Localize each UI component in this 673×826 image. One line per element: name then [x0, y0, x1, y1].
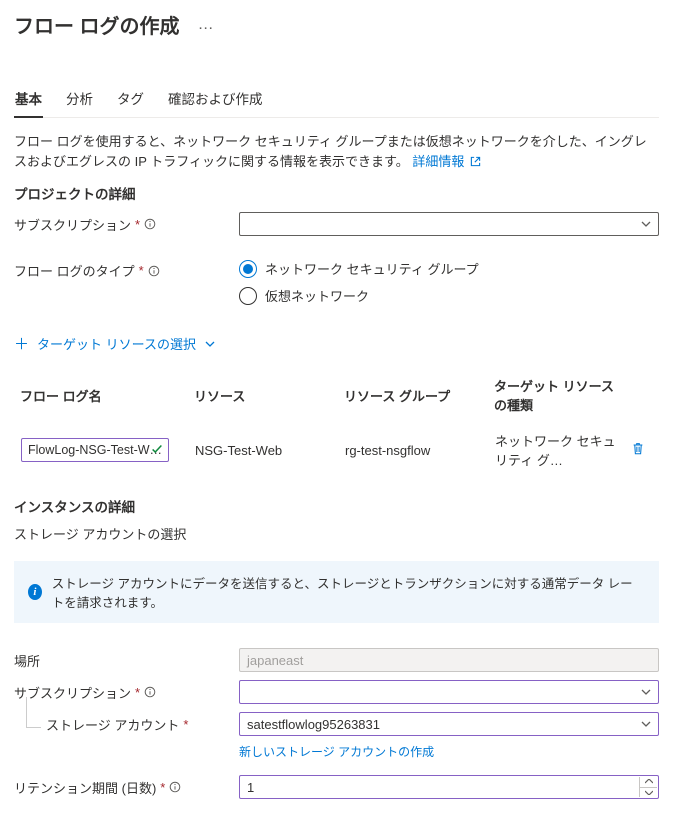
cell-resource: NSG-Test-Web — [195, 443, 345, 458]
chevron-down-icon — [645, 790, 653, 795]
chevron-up-icon — [645, 779, 653, 784]
subscription2-dropdown[interactable] — [239, 680, 659, 704]
flowlog-type-label: フロー ログのタイプ * — [14, 259, 239, 280]
info-banner-text: ストレージ アカウントにデータを送信すると、ストレージとトランザクションに対する… — [52, 573, 645, 611]
retention-input[interactable]: 1 — [239, 775, 659, 799]
radio-vnet[interactable]: 仮想ネットワーク — [239, 286, 659, 305]
location-field: japaneast — [239, 648, 659, 672]
info-icon: i — [28, 584, 42, 600]
location-label: 場所 — [14, 651, 239, 670]
subscription2-row: サブスクリプション * — [14, 679, 659, 705]
storage-row: ストレージ アカウント * satestflowlog95263831 — [14, 711, 659, 737]
chevron-down-icon — [640, 218, 652, 230]
tabs-bar: 基本 分析 タグ 確認および作成 — [14, 79, 659, 118]
project-details-title: プロジェクトの詳細 — [14, 183, 659, 203]
storage-label-text: ストレージ アカウント — [46, 715, 179, 734]
required-asterisk: * — [160, 780, 165, 795]
retention-value: 1 — [247, 780, 254, 795]
radio-nsg[interactable]: ネットワーク セキュリティ グループ — [239, 259, 659, 278]
location-value: japaneast — [247, 653, 303, 668]
select-target-button[interactable]: ＋ ターゲット リソースの選択 — [14, 333, 659, 354]
col-resourcegroup: リソース グループ — [344, 386, 494, 405]
storage-label: ストレージ アカウント * — [14, 715, 239, 734]
cell-resourcegroup: rg-test-nsgflow — [345, 443, 495, 458]
subscription-label: サブスクリプション * — [14, 215, 239, 234]
more-menu-button[interactable]: … — [194, 16, 218, 34]
storage-dropdown[interactable]: satestflowlog95263831 — [239, 712, 659, 736]
required-asterisk: * — [135, 685, 140, 700]
required-asterisk: * — [135, 217, 140, 232]
trash-icon — [631, 441, 645, 456]
info-banner: i ストレージ アカウントにデータを送信すると、ストレージとトランザクションに対… — [14, 561, 659, 623]
instance-details-title: インスタンスの詳細 — [14, 496, 659, 516]
flowlog-type-text: フロー ログのタイプ — [14, 261, 135, 280]
tab-basic[interactable]: 基本 — [14, 80, 43, 118]
delete-button[interactable] — [631, 444, 645, 459]
storage-value: satestflowlog95263831 — [247, 717, 380, 732]
select-target-label: ターゲット リソースの選択 — [37, 334, 196, 353]
info-icon[interactable] — [169, 781, 181, 793]
retention-label-text: リテンション期間 (日数) — [14, 778, 156, 797]
description-body: フロー ログを使用すると、ネットワーク セキュリティ グループまたは仮想ネットワ… — [14, 134, 647, 169]
page-title-text: フロー ログの作成 — [14, 10, 180, 39]
plus-icon: ＋ — [14, 333, 29, 354]
learn-more-label: 詳細情報 — [412, 154, 464, 169]
create-storage-link[interactable]: 新しいストレージ アカウントの作成 — [239, 745, 434, 759]
radio-nsg-input — [239, 260, 257, 278]
subscription-row: サブスクリプション * — [14, 211, 659, 237]
flowlog-type-row: フロー ログのタイプ * ネットワーク セキュリティ グループ 仮想ネットワーク — [14, 259, 659, 313]
check-icon — [150, 442, 164, 459]
location-row: 場所 japaneast — [14, 647, 659, 673]
tab-review[interactable]: 確認および作成 — [167, 80, 264, 118]
retention-row: リテンション期間 (日数) * 1 — [14, 774, 659, 800]
storage-select-text: ストレージ アカウントの選択 — [14, 524, 659, 543]
radio-vnet-input — [239, 287, 257, 305]
tab-tags[interactable]: タグ — [116, 80, 145, 118]
subscription2-label: サブスクリプション * — [14, 683, 239, 702]
retention-label: リテンション期間 (日数) * — [14, 778, 239, 797]
table-header: フロー ログ名 リソース リソース グループ ターゲット リソースの種類 — [14, 368, 659, 422]
target-table: フロー ログ名 リソース リソース グループ ターゲット リソースの種類 Flo… — [14, 368, 659, 478]
page-title: フロー ログの作成 … — [14, 0, 659, 43]
number-spinner — [639, 777, 657, 797]
info-icon[interactable] — [144, 686, 156, 698]
chevron-down-icon — [204, 338, 216, 350]
radio-vnet-label: 仮想ネットワーク — [265, 286, 369, 305]
table-row: FlowLog-NSG-Test-W… NSG-Test-Web rg-test… — [14, 422, 659, 478]
learn-more-link[interactable]: 詳細情報 — [412, 154, 481, 169]
col-resource: リソース — [194, 386, 344, 405]
col-flowlogname: フロー ログ名 — [20, 386, 194, 405]
required-asterisk: * — [183, 717, 188, 732]
external-link-icon — [470, 156, 481, 167]
info-icon[interactable] — [144, 218, 156, 230]
radio-nsg-label: ネットワーク セキュリティ グループ — [265, 259, 479, 278]
info-icon[interactable] — [148, 265, 160, 277]
cell-targettype: ネットワーク セキュリティ グ… — [495, 431, 624, 469]
chevron-down-icon — [640, 718, 652, 730]
col-targettype: ターゲット リソースの種類 — [494, 376, 625, 414]
description-text: フロー ログを使用すると、ネットワーク セキュリティ グループまたは仮想ネットワ… — [14, 132, 659, 171]
flowlog-name-value: FlowLog-NSG-Test-W… — [28, 443, 162, 457]
tab-analysis[interactable]: 分析 — [65, 80, 94, 118]
chevron-down-icon — [640, 686, 652, 698]
subscription-dropdown[interactable] — [239, 212, 659, 236]
spinner-up-button[interactable] — [639, 777, 657, 788]
required-asterisk: * — [139, 263, 144, 278]
subscription-label-text: サブスクリプション — [14, 215, 131, 234]
flowlog-name-input[interactable]: FlowLog-NSG-Test-W… — [21, 438, 169, 462]
spinner-down-button[interactable] — [639, 788, 657, 798]
